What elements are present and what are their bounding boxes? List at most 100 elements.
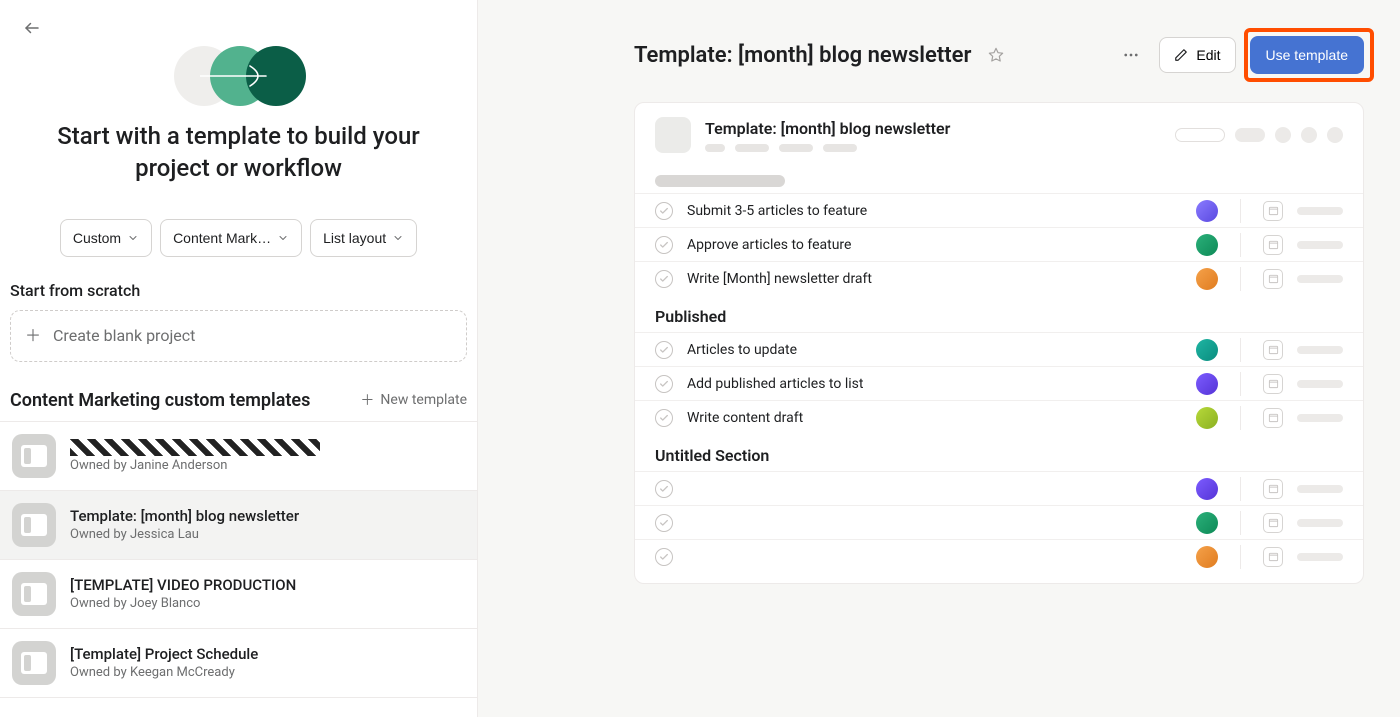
star-icon — [988, 47, 1004, 63]
sidebar-hero-title: Start with a template to build your proj… — [50, 120, 427, 185]
template-row[interactable]: Template: [month] blog newsletter Owned … — [0, 491, 477, 560]
due-date-button[interactable] — [1263, 235, 1283, 255]
back-button[interactable] — [18, 14, 46, 42]
scratch-heading: Start from scratch — [0, 281, 477, 310]
cell-skeleton — [1297, 414, 1343, 422]
template-name: [TEMPLATE] VIDEO PRODUCTION — [70, 576, 296, 594]
assignee-avatar[interactable] — [1196, 407, 1218, 429]
due-date-button[interactable] — [1263, 408, 1283, 428]
divider — [1240, 267, 1241, 291]
template-owner: Owned by Keegan McCready — [70, 665, 258, 680]
filter-layout[interactable]: List layout — [310, 219, 417, 257]
template-thumb-icon — [12, 572, 56, 616]
page-title: Template: [month] blog newsletter — [634, 43, 971, 68]
assignee-avatar[interactable] — [1196, 546, 1218, 568]
more-actions-button[interactable] — [1117, 41, 1145, 69]
filter-row: Custom Content Mark… List layout — [0, 203, 477, 281]
check-icon — [659, 413, 669, 423]
template-list: Owned by Janine Anderson Template: [mont… — [0, 421, 477, 698]
chevron-down-icon — [277, 232, 289, 244]
due-date-button[interactable] — [1263, 269, 1283, 289]
more-horizontal-icon — [1122, 46, 1140, 64]
assignee-avatar[interactable] — [1196, 339, 1218, 361]
due-date-button[interactable] — [1263, 201, 1283, 221]
template-thumb-icon — [12, 503, 56, 547]
task-row[interactable] — [635, 539, 1363, 573]
hero-graphic — [174, 46, 304, 106]
assignee-avatar[interactable] — [1196, 200, 1218, 222]
task-row[interactable]: Write content draft — [635, 400, 1363, 434]
task-row[interactable] — [635, 505, 1363, 539]
calendar-icon — [1268, 378, 1279, 389]
template-header: Template: [month] blog newsletter Edit U… — [634, 36, 1364, 74]
task-name: Articles to update — [687, 342, 1182, 358]
check-icon — [659, 379, 669, 389]
template-preview-card: Template: [month] blog newsletter — [634, 102, 1364, 584]
plus-icon: ＋ — [360, 390, 374, 410]
cell-skeleton — [1297, 241, 1343, 249]
task-complete-toggle[interactable] — [655, 480, 673, 498]
check-icon — [659, 518, 669, 528]
task-row[interactable]: Write [Month] newsletter draft — [635, 261, 1363, 295]
filter-team[interactable]: Content Mark… — [160, 219, 302, 257]
assignee-avatar[interactable] — [1196, 268, 1218, 290]
plus-icon: ＋ — [25, 328, 41, 344]
filter-custom-label: Custom — [73, 230, 121, 246]
template-name: [Template] Project Schedule — [70, 645, 258, 663]
use-template-label: Use template — [1266, 47, 1348, 63]
new-template-button[interactable]: ＋ New template — [360, 390, 467, 410]
preview-tabs-skeleton — [705, 144, 950, 152]
template-owner: Owned by Jessica Lau — [70, 527, 299, 542]
calendar-icon — [1268, 517, 1279, 528]
task-complete-toggle[interactable] — [655, 341, 673, 359]
divider — [1240, 233, 1241, 257]
due-date-button[interactable] — [1263, 340, 1283, 360]
task-row[interactable]: Submit 3-5 articles to feature — [635, 193, 1363, 227]
template-name-redacted — [70, 439, 320, 456]
check-icon — [659, 484, 669, 494]
template-detail-pane: Template: [month] blog newsletter Edit U… — [478, 0, 1400, 717]
template-row[interactable]: [Template] Project Schedule Owned by Kee… — [0, 629, 477, 698]
due-date-button[interactable] — [1263, 374, 1283, 394]
template-row[interactable]: Owned by Janine Anderson — [0, 422, 477, 491]
task-complete-toggle[interactable] — [655, 514, 673, 532]
template-row[interactable]: [TEMPLATE] VIDEO PRODUCTION Owned by Joe… — [0, 560, 477, 629]
task-complete-toggle[interactable] — [655, 270, 673, 288]
filter-layout-label: List layout — [323, 230, 386, 246]
arrow-right-icon — [200, 64, 282, 88]
chevron-down-icon — [127, 232, 139, 244]
task-complete-toggle[interactable] — [655, 409, 673, 427]
use-template-button[interactable]: Use template — [1250, 36, 1364, 74]
create-blank-project-label: Create blank project — [53, 326, 195, 345]
favorite-button[interactable] — [985, 44, 1007, 66]
filter-custom[interactable]: Custom — [60, 219, 152, 257]
task-row[interactable] — [635, 471, 1363, 505]
task-row[interactable]: Add published articles to list — [635, 366, 1363, 400]
task-complete-toggle[interactable] — [655, 548, 673, 566]
edit-button[interactable]: Edit — [1159, 37, 1235, 73]
custom-templates-heading: Content Marketing custom templates — [10, 390, 310, 411]
template-owner: Owned by Janine Anderson — [70, 458, 320, 473]
task-name: Approve articles to feature — [687, 237, 1182, 253]
sidebar-hero: Start with a template to build your proj… — [0, 46, 477, 203]
project-icon-placeholder — [655, 117, 691, 153]
task-complete-toggle[interactable] — [655, 236, 673, 254]
assignee-avatar[interactable] — [1196, 373, 1218, 395]
assignee-avatar[interactable] — [1196, 478, 1218, 500]
assignee-avatar[interactable] — [1196, 512, 1218, 534]
calendar-icon — [1268, 551, 1279, 562]
edit-button-label: Edit — [1196, 47, 1220, 63]
due-date-button[interactable] — [1263, 479, 1283, 499]
task-row[interactable]: Approve articles to feature — [635, 227, 1363, 261]
calendar-icon — [1268, 344, 1279, 355]
section-title: Untitled Section — [635, 434, 1363, 471]
due-date-button[interactable] — [1263, 513, 1283, 533]
assignee-avatar[interactable] — [1196, 234, 1218, 256]
task-complete-toggle[interactable] — [655, 375, 673, 393]
task-complete-toggle[interactable] — [655, 202, 673, 220]
task-row[interactable]: Articles to update — [635, 332, 1363, 366]
task-name: Add published articles to list — [687, 376, 1182, 392]
create-blank-project[interactable]: ＋ Create blank project — [10, 310, 467, 362]
due-date-button[interactable] — [1263, 547, 1283, 567]
filter-team-label: Content Mark… — [173, 230, 271, 246]
